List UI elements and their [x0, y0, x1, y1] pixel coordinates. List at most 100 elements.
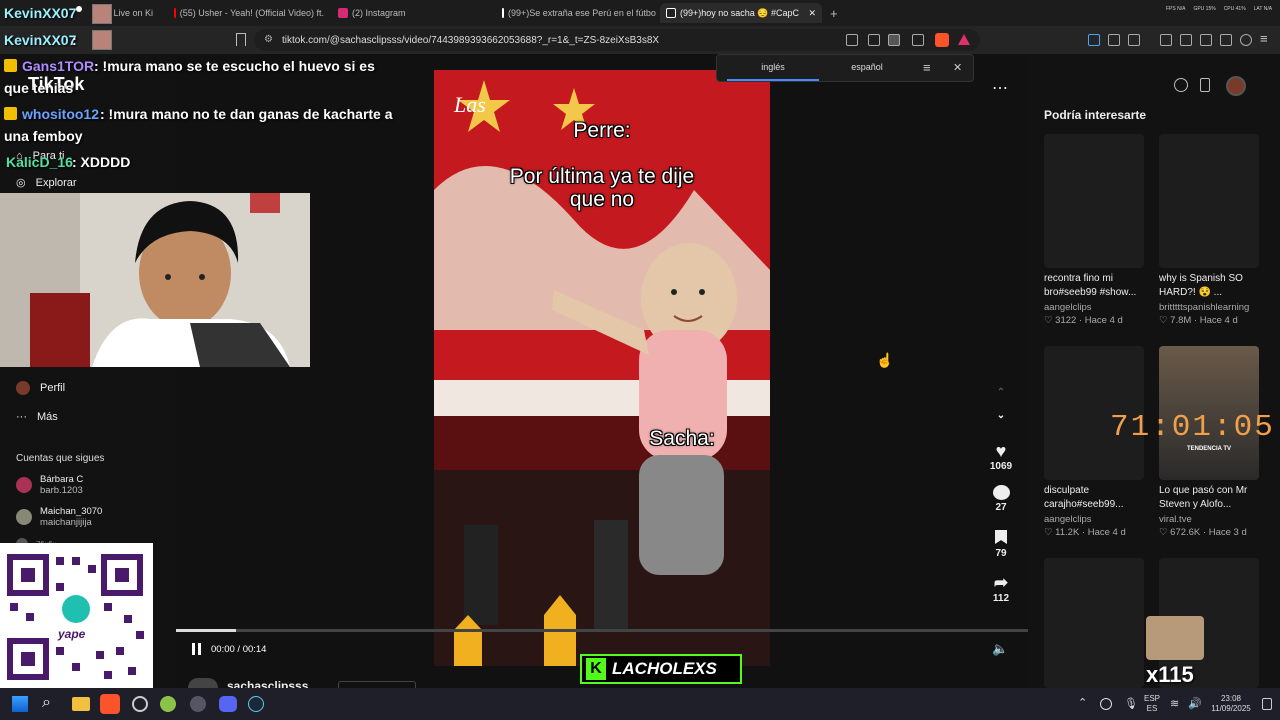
close-tab-icon[interactable]: ✕	[808, 8, 816, 19]
audio-icon[interactable]	[1088, 34, 1100, 46]
author-avatar[interactable]	[188, 678, 218, 688]
comment-button[interactable]: 27	[988, 485, 1014, 513]
vpn-icon[interactable]	[1240, 34, 1252, 46]
tab-instagram[interactable]: (2) Instagram	[332, 3, 494, 23]
screenshot-icon[interactable]	[1128, 34, 1140, 46]
app-icon[interactable]	[160, 696, 176, 712]
close-icon[interactable]: ✕	[953, 61, 962, 74]
nav-profile[interactable]: Perfil	[16, 381, 65, 395]
tab-youtube[interactable]: (55) Usher - Yeah! (Official Video) ft.	[168, 3, 330, 23]
share-icon[interactable]	[912, 34, 924, 46]
chat-badge-icon	[4, 107, 17, 120]
extensions-icon[interactable]	[1108, 34, 1120, 46]
chat-message: : XDDDD	[72, 154, 131, 170]
tray-app-icon[interactable]	[1100, 698, 1112, 710]
caption-perre: Perre:	[573, 119, 631, 142]
chat-message: una femboy	[4, 128, 83, 144]
compass-icon: ◎	[16, 177, 26, 189]
chat-separator	[76, 6, 82, 12]
wallet-icon[interactable]	[1200, 34, 1212, 46]
instagram-icon	[338, 8, 348, 18]
compass-icon[interactable]	[1174, 78, 1188, 92]
app-icon[interactable]	[132, 696, 148, 712]
suggestions-panel: Podría interesarte recontra fino mi bro#…	[1028, 54, 1280, 688]
sign-text: Las	[454, 92, 486, 117]
bookmark-icon[interactable]	[236, 33, 246, 46]
brand-name: LACHOLEXS	[612, 659, 717, 678]
windows-start-icon[interactable]	[12, 696, 28, 712]
following-item[interactable]: Maichan_3070 maichanjijija	[16, 506, 102, 528]
suggested-video-card[interactable]: why is Spanish SO HARD?! 😵 ... brittttts…	[1159, 134, 1259, 326]
brave-browser-icon[interactable]	[100, 694, 120, 714]
chat-message: : !mura mano no te dan ganas de kacharte…	[100, 106, 393, 122]
yape-qr-code: yape	[0, 543, 153, 688]
pause-button[interactable]	[190, 642, 204, 656]
volume-icon[interactable]: 🔊	[1188, 697, 1202, 710]
follow-button[interactable]	[338, 681, 416, 688]
more-dots-icon: ···	[16, 411, 27, 423]
video-progress-bar[interactable]	[176, 629, 1028, 632]
media-icon[interactable]	[1160, 34, 1172, 46]
site-info-icon[interactable]: ⚙	[264, 34, 273, 45]
caption-line-3: que no	[569, 188, 635, 211]
share-button[interactable]: ➦ 112	[988, 573, 1014, 604]
clock[interactable]: 23:08 11/09/2025	[1206, 694, 1256, 714]
discord-icon[interactable]	[219, 696, 237, 712]
windows-taskbar: ⌕ ⌃ 🎙 ESP ES ≋ 🔊 23:08 11/09/2025	[0, 688, 1280, 720]
cast-icon[interactable]	[868, 34, 880, 46]
sidebar-icon[interactable]	[1180, 34, 1192, 46]
tab-tiktok-1[interactable]: (99+)Se extraña ese Perú en el fútbo	[496, 3, 658, 23]
webcam-overlay	[0, 193, 310, 367]
tray-overflow-icon[interactable]: ⌃	[1078, 696, 1087, 709]
tab-tiktok-active[interactable]: (99+)hoy no sacha 😔 #CapC ✕	[660, 3, 822, 23]
like-button[interactable]: ♥ 1069	[988, 441, 1014, 472]
language-indicator[interactable]: ESP ES	[1142, 694, 1162, 714]
prev-video-icon[interactable]: ⌃	[988, 387, 1014, 398]
device-icon[interactable]	[1200, 78, 1210, 92]
browser-tab-bar: h Live on Ki (55) Usher - Yeah! (Officia…	[0, 0, 1280, 26]
avatar[interactable]	[1226, 76, 1246, 96]
file-explorer-icon[interactable]	[72, 697, 90, 711]
video-thumbnail	[1044, 134, 1144, 268]
notification-icon[interactable]	[1262, 698, 1272, 710]
brave-shield-icon[interactable]	[935, 33, 949, 47]
perf-overlay: FPS N/A GPU 15% CPU 41% LAT N/A	[1166, 6, 1273, 12]
brave-rewards-icon[interactable]	[958, 34, 970, 45]
wifi-icon[interactable]: ≋	[1170, 697, 1179, 710]
app-icon[interactable]	[190, 696, 206, 712]
youtube-icon	[174, 8, 176, 18]
nav-explore[interactable]: ◎ Explorar	[16, 176, 77, 190]
chat-username: KevinXX07	[4, 32, 77, 48]
video-thumbnail[interactable]	[1044, 558, 1144, 688]
chat-username: Gans1TOR	[22, 58, 95, 74]
steam-icon[interactable]	[248, 696, 264, 712]
chat-emote	[92, 4, 112, 24]
following-item[interactable]: Bárbara Cbarb.1203	[16, 474, 83, 496]
search-icon[interactable]: ⌕	[42, 694, 51, 712]
chat-emote	[92, 30, 112, 50]
translate-icon[interactable]	[888, 34, 900, 46]
suggested-video-card[interactable]: recontra fino mi bro#seeb99 #show... aan…	[1044, 134, 1144, 326]
kick-brand-overlay: K LACHOLEXS	[580, 654, 742, 684]
video-progress-fill	[176, 629, 236, 632]
chat-username: KevinXX07	[4, 5, 77, 21]
translate-source-tab[interactable]: inglés	[727, 55, 819, 81]
video-frame[interactable]: Las Perre: Por última ya te dije que no …	[434, 70, 770, 666]
nav-more[interactable]: ··· Más	[16, 411, 58, 423]
leo-icon[interactable]	[1220, 34, 1232, 46]
new-tab-button[interactable]: +	[824, 3, 844, 23]
next-video-icon[interactable]: ⌄	[988, 410, 1014, 421]
microphone-icon[interactable]: 🎙	[1124, 697, 1138, 710]
translate-popup: inglés español ≡ ✕	[716, 54, 974, 82]
volume-icon[interactable]: 🔈	[992, 641, 1008, 657]
more-options-icon[interactable]: ⋯	[992, 78, 1008, 98]
video-time: 00:00 / 00:14	[211, 644, 267, 655]
save-button[interactable]: 79	[988, 530, 1014, 559]
tiktok-icon	[666, 8, 676, 18]
author-name[interactable]: sachasclipsss	[227, 679, 308, 688]
reader-icon[interactable]	[846, 34, 858, 46]
translate-menu-icon[interactable]: ≡	[923, 60, 931, 75]
menu-icon[interactable]: ≡	[1260, 31, 1268, 46]
emote-image	[1146, 616, 1204, 660]
translate-target-tab[interactable]: español	[821, 55, 913, 81]
